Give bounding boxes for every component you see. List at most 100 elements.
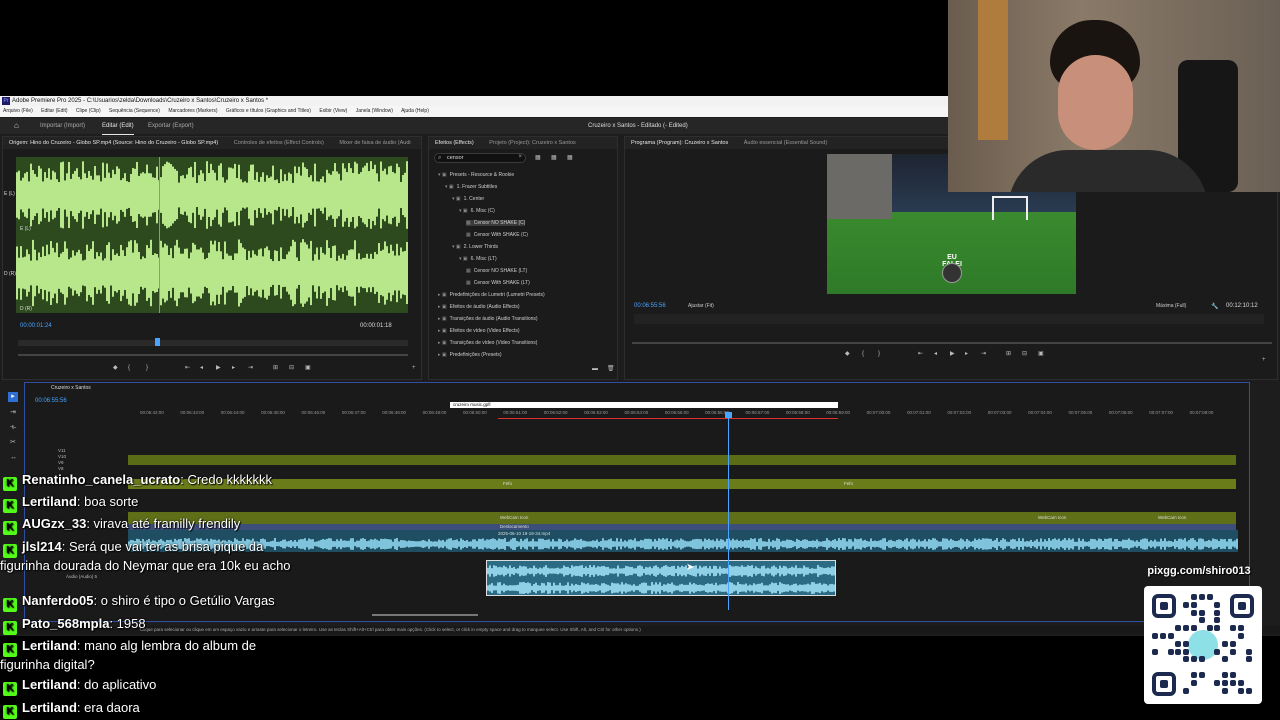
marker-icon[interactable]: ◆ <box>113 365 118 371</box>
accelerated-effects-icon[interactable]: ▦ <box>535 155 541 161</box>
tab-essential-sound[interactable]: Áudio essencial (Essential Sound) <box>744 140 827 146</box>
wrench-icon[interactable]: 🔧 <box>1211 303 1218 310</box>
effects-tree-item[interactable]: ▾ ▣ Presets - Resource & Rookie <box>438 172 514 178</box>
effects-tree-item[interactable]: ▸ ▣ Predefinições (Presets) <box>438 352 502 358</box>
sequence-tab[interactable]: Cruzeiro x Santos <box>51 385 91 391</box>
track-header-label[interactable]: V9 <box>58 460 64 465</box>
clip-deslocamento[interactable]: Deslocamento <box>500 524 529 529</box>
export-frame-icon[interactable]: ▣ <box>305 365 311 371</box>
delete-icon[interactable]: 🗑 <box>607 366 615 372</box>
program-play-icon[interactable]: ▶ <box>950 351 955 357</box>
go-to-out-icon[interactable]: ⇥ <box>248 365 253 371</box>
effects-tree-item[interactable]: ▦ Censor With SHAKE (C) <box>466 232 528 238</box>
go-to-in-icon[interactable]: ⇤ <box>185 365 190 371</box>
effects-tree-item[interactable]: ▾ ▣ 6. Misc (C) <box>459 208 495 214</box>
adjustment-track[interactable] <box>128 455 1236 465</box>
home-icon[interactable]: ⌂ <box>14 122 23 130</box>
tab-source[interactable]: Origem: Hino do Cruzeiro - Globo SP.mp4 … <box>9 140 218 146</box>
program-step-forward-icon[interactable]: ▸ <box>965 351 968 357</box>
menu-window[interactable]: Janela (Window) <box>356 108 393 114</box>
ripple-edit-tool-icon[interactable]: ⟛ <box>10 424 16 431</box>
clip-webcam-2[interactable]: WebCam Icon <box>1038 515 1066 520</box>
razor-tool-icon[interactable]: ✂ <box>10 439 16 446</box>
fit-dropdown[interactable]: Ajustar (Fit) <box>688 303 714 309</box>
track-header-label[interactable]: V10 <box>58 454 66 459</box>
menu-sequence[interactable]: Sequência (Sequence) <box>109 108 160 114</box>
in-point-icon[interactable]: { <box>128 365 130 371</box>
tab-import[interactable]: Importar (Import) <box>40 118 85 134</box>
program-add-button-icon[interactable]: + <box>1262 357 1266 363</box>
menu-file[interactable]: Arquivo (File) <box>3 108 33 114</box>
new-folder-icon[interactable]: ▬ <box>592 366 598 372</box>
program-marker-strip[interactable] <box>634 314 1264 324</box>
effects-tree-item[interactable]: ▾ ▣ 1. Frazer Subtitles <box>445 184 497 190</box>
source-playhead-marker[interactable] <box>155 338 160 346</box>
tab-project[interactable]: Projeto (Project): Cruzeiro x Santos <box>489 140 576 146</box>
program-step-back-icon[interactable]: ◂ <box>934 351 937 357</box>
insert-icon[interactable]: ⊞ <box>273 365 278 371</box>
source-time-ruler[interactable] <box>18 340 408 346</box>
effects-tree-item[interactable]: ▾ ▣ 6. Misc (LT) <box>459 256 497 262</box>
add-button-icon[interactable]: + <box>412 365 416 371</box>
effects-tree-item[interactable]: ▦ Censor With SHAKE (LT) <box>466 280 530 286</box>
effects-tree-item[interactable]: ▦ Censor NO SHAKE (C) <box>466 220 526 226</box>
effects-tree-item[interactable]: ▸ ▣ Efeitos de vídeo (Video Effects) <box>438 328 519 334</box>
timeline-timecode[interactable]: 00:06:55:56 <box>35 398 67 404</box>
clip-webcam-1[interactable]: WebCam Icon <box>500 515 528 520</box>
32bit-effects-icon[interactable]: ▦ <box>551 155 557 161</box>
effects-tree-item[interactable]: ▦ Censor NO SHAKE (LT) <box>466 268 527 274</box>
menu-help[interactable]: Ajuda (Help) <box>401 108 429 114</box>
lift-icon[interactable]: ⊞ <box>1006 351 1011 357</box>
effects-tree-item[interactable]: ▸ ▣ Transições de áudio (Audio Transition… <box>438 316 538 322</box>
menu-clip[interactable]: Clipe (Clip) <box>76 108 101 114</box>
track-header-label[interactable]: V8 <box>58 466 64 471</box>
effects-search-value[interactable]: censor <box>447 155 464 161</box>
tab-effects[interactable]: Efeitos (Effects) <box>435 140 474 146</box>
clip-fefo-1[interactable]: Fefo <box>503 481 512 486</box>
program-go-out-icon[interactable]: ⇥ <box>981 351 986 357</box>
track-header-label[interactable]: V11 <box>58 448 66 453</box>
source-zoom-bar[interactable] <box>18 354 408 356</box>
effects-tree-item[interactable]: ▾ ▣ 1. Center <box>452 196 484 202</box>
clip-video-file[interactable]: 2025-06-10 19-19-34.mp4 <box>498 531 550 536</box>
effects-tree-item[interactable]: ▸ ▣ Predefinições de Lumetri (Lumetri Pre… <box>438 292 545 298</box>
step-back-icon[interactable]: ◂ <box>200 365 203 371</box>
tab-edit[interactable]: Editar (Edit) <box>102 118 134 135</box>
step-forward-icon[interactable]: ▸ <box>232 365 235 371</box>
effects-tree-item[interactable]: ▾ ▣ 2. Lower Thirds <box>452 244 498 250</box>
program-timecode-current[interactable]: 00:06:55:56 <box>634 303 666 309</box>
program-in-icon[interactable]: { <box>862 351 864 357</box>
tab-export[interactable]: Exportar (Export) <box>148 118 194 134</box>
timeline-zoom-scrollbar[interactable] <box>372 614 478 616</box>
effects-tree-item[interactable]: ▸ ▣ Efeitos de áudio (Audio Effects) <box>438 304 520 310</box>
program-export-frame-icon[interactable]: ▣ <box>1038 351 1044 357</box>
tab-audio-mixer[interactable]: Mixer de faixa de áudio (Audi <box>339 140 410 146</box>
program-go-in-icon[interactable]: ⇤ <box>918 351 923 357</box>
program-marker-icon[interactable]: ◆ <box>845 351 850 357</box>
program-zoom-bar[interactable] <box>632 342 1272 344</box>
tab-program[interactable]: Programa (Program): Cruzeiro x Santos <box>631 140 728 146</box>
slip-tool-icon[interactable]: ↔ <box>10 454 17 461</box>
menu-markers[interactable]: Marcadores (Markers) <box>168 108 217 114</box>
quality-dropdown[interactable]: Máxima (Full) <box>1156 303 1186 309</box>
play-icon[interactable]: ▶ <box>216 365 221 371</box>
clip-fefo-2[interactable]: Fefo <box>844 481 853 486</box>
menu-view[interactable]: Exibir (View) <box>319 108 347 114</box>
menu-graphics[interactable]: Gráficos e títulos (Graphics and Titles) <box>226 108 311 114</box>
source-waveform[interactable] <box>16 157 408 313</box>
source-timecode-current[interactable]: 00:00:01:24 <box>20 323 52 329</box>
effects-search-field[interactable]: ⌕ censor × <box>434 153 526 163</box>
extract-icon[interactable]: ⊟ <box>1022 351 1027 357</box>
effects-tree-item[interactable]: ▸ ▣ Transições de vídeo (Video Transition… <box>438 340 537 346</box>
overwrite-icon[interactable]: ⊟ <box>289 365 294 371</box>
clear-search-icon[interactable]: × <box>518 154 522 160</box>
tab-effect-controls[interactable]: Controles de efeitos (Effect Controls) <box>234 140 324 146</box>
program-out-icon[interactable]: } <box>878 351 880 357</box>
selection-tool-icon[interactable]: ▸ <box>8 392 18 402</box>
yuv-effects-icon[interactable]: ▦ <box>567 155 573 161</box>
out-point-icon[interactable]: } <box>146 365 148 371</box>
clip-webcam-3[interactable]: WebCam Icon <box>1158 515 1186 520</box>
track-select-tool-icon[interactable]: ⇥ <box>10 409 16 416</box>
selected-audio-clip[interactable] <box>486 560 836 596</box>
timeline-playhead[interactable] <box>728 415 729 610</box>
